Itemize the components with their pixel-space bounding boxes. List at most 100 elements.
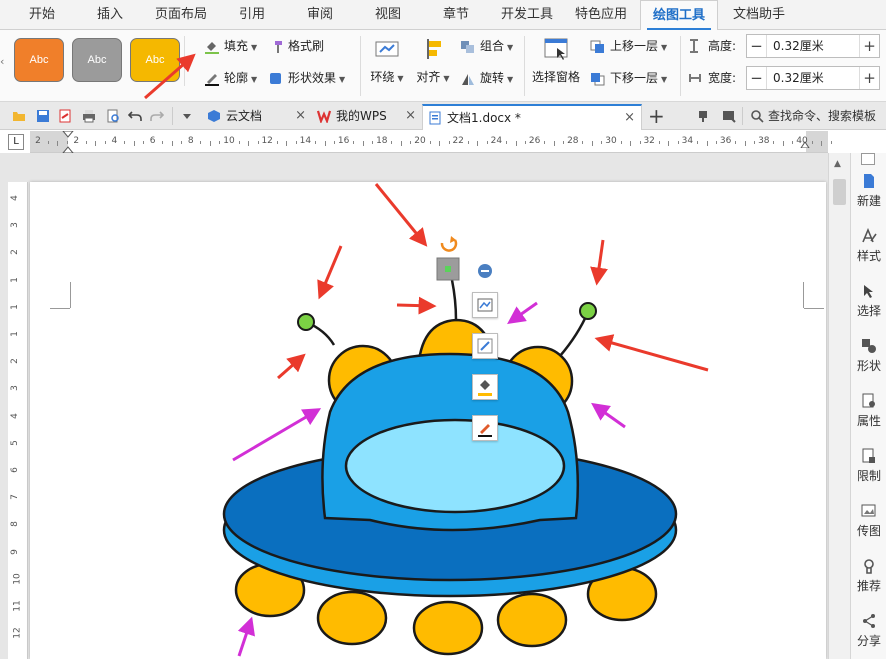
- wrap-button[interactable]: 环绕 ▼: [366, 36, 408, 85]
- width-spinner[interactable]: − 0.32厘米 +: [746, 66, 880, 90]
- export-pdf-icon[interactable]: [58, 109, 72, 123]
- menu-tab-doc-assistant[interactable]: 文档助手: [722, 0, 796, 30]
- ruler-tick: [716, 141, 718, 144]
- ruler-number: 4: [111, 136, 118, 146]
- send-backward-button[interactable]: 下移一层 ▼: [590, 67, 667, 89]
- close-icon[interactable]: ×: [624, 106, 635, 130]
- menu-tab-developer[interactable]: 开发工具: [494, 0, 560, 30]
- ruler-tick: [295, 141, 297, 144]
- horizontal-ruler[interactable]: 2 2 4 6 8 10 12 14 16 18 20 22 24 26 28 30 32 34 36 38 40: [30, 131, 832, 153]
- scroll-thumb[interactable]: [833, 179, 846, 205]
- ruler-number: 20: [414, 136, 426, 146]
- ruler-tick: [238, 141, 240, 144]
- tab-document1[interactable]: 文档1.docx * ×: [422, 104, 642, 130]
- close-icon[interactable]: ×: [405, 104, 416, 128]
- bring-forward-button[interactable]: 上移一层 ▼: [590, 35, 667, 57]
- window-mode-icon[interactable]: [722, 109, 736, 123]
- width-increase-button[interactable]: +: [859, 67, 879, 89]
- vertical-ruler[interactable]: 4 3 2 1 1 1 2 3 4 5 6 7 8 9 10 11 12: [8, 182, 28, 659]
- sidebar-item-share[interactable]: 分享: [851, 613, 886, 649]
- shape-effect-icon: [270, 72, 281, 84]
- shape-style-quick-button[interactable]: [472, 333, 498, 359]
- menu-tab-view[interactable]: 视图: [362, 0, 414, 30]
- shape-effect-button[interactable]: 形状效果 ▼: [268, 67, 345, 89]
- menu-tab-insert[interactable]: 插入: [82, 0, 138, 30]
- height-spinner[interactable]: − 0.32厘米 +: [746, 34, 880, 58]
- menu-tab-home[interactable]: 开始: [14, 0, 70, 30]
- sidebar-item-recommend[interactable]: 推荐: [851, 558, 886, 594]
- ruler-tick: [563, 141, 565, 144]
- open-folder-icon[interactable]: [12, 109, 26, 123]
- style-gallery-more[interactable]: [184, 36, 198, 86]
- ruler-tick: [591, 141, 593, 146]
- command-search-input[interactable]: 查找命令、搜索模板: [768, 102, 876, 130]
- ruler-number: 5: [9, 439, 20, 446]
- image-upload-icon: [861, 504, 876, 517]
- ribbon: ‹ Abc Abc Abc 填充 ▼ 格式刷 轮廓 ▼ 形状效果 ▼ 环绕 ▼ 对齐 ▼ …: [0, 30, 886, 102]
- fill-button[interactable]: 填充 ▼: [204, 35, 257, 57]
- width-decrease-button[interactable]: −: [747, 67, 767, 89]
- print-icon[interactable]: [82, 109, 96, 123]
- group-button[interactable]: 组合 ▼: [460, 35, 513, 57]
- layout-options-button[interactable]: [472, 292, 498, 318]
- menu-tab-references[interactable]: 引用: [226, 0, 278, 30]
- right-indent-marker-icon[interactable]: [800, 136, 810, 148]
- align-button[interactable]: 对齐 ▼: [412, 36, 454, 85]
- ruler-tick: [620, 141, 622, 144]
- sidebar-item-shape[interactable]: 形状: [851, 338, 886, 374]
- menu-tab-drawing-tools[interactable]: 绘图工具: [640, 0, 718, 30]
- shape-fill-quick-button[interactable]: [472, 374, 498, 400]
- selection-pane-button[interactable]: 选择窗格: [528, 36, 584, 85]
- width-value[interactable]: 0.32厘米: [773, 67, 824, 89]
- tab-stop-selector[interactable]: L: [8, 134, 24, 150]
- close-icon[interactable]: ×: [295, 104, 306, 128]
- document-page[interactable]: [30, 182, 826, 659]
- customize-dropdown-icon[interactable]: [180, 109, 194, 123]
- pin-icon[interactable]: [696, 109, 710, 123]
- indent-marker-icon[interactable]: [61, 131, 75, 153]
- shape-effect-label: 形状效果: [288, 71, 337, 85]
- ruler-number: 8: [9, 521, 20, 528]
- new-tab-button[interactable]: +: [648, 102, 665, 130]
- ruler-tick: [362, 141, 364, 146]
- shape-style-yellow[interactable]: Abc: [130, 38, 180, 82]
- menu-tab-chapter[interactable]: 章节: [430, 0, 482, 30]
- format-painter-button[interactable]: 格式刷: [268, 35, 324, 57]
- menu-tab-special[interactable]: 特色应用: [568, 0, 634, 30]
- sidebar-item-style[interactable]: 样式: [851, 227, 886, 264]
- sidebar-toggle-icon[interactable]: [861, 153, 875, 165]
- height-decrease-button[interactable]: −: [747, 35, 767, 57]
- sidebar-item-upload-image[interactable]: 传图: [851, 503, 886, 539]
- ruler-number: 6: [9, 467, 20, 473]
- print-preview-icon[interactable]: [106, 109, 120, 123]
- tab-my-wps[interactable]: 我的WPS ×: [312, 104, 422, 130]
- ribbon-scroll-left[interactable]: ‹: [0, 40, 10, 84]
- rotate-button[interactable]: 旋转 ▼: [460, 67, 513, 89]
- ruler-tick: [334, 141, 336, 144]
- menu-tab-review[interactable]: 审阅: [294, 0, 346, 30]
- height-value[interactable]: 0.32厘米: [773, 35, 824, 57]
- sidebar-item-select[interactable]: 选择: [851, 283, 886, 319]
- undo-icon[interactable]: [128, 109, 142, 123]
- menu-tab-page-layout[interactable]: 页面布局: [146, 0, 216, 30]
- vertical-scrollbar[interactable]: ▲: [828, 153, 850, 659]
- sidebar-item-new[interactable]: 新建: [851, 173, 886, 209]
- bring-forward-label: 上移一层: [610, 39, 659, 53]
- sidebar-item-label: 形状: [856, 359, 881, 373]
- ruler-tick: [639, 141, 641, 144]
- outline-button[interactable]: 轮廓 ▼: [204, 67, 257, 89]
- ruler-number: 11: [12, 600, 23, 612]
- text-wrap-icon: [373, 36, 401, 62]
- redo-icon[interactable]: [150, 109, 164, 123]
- save-icon[interactable]: [36, 109, 50, 123]
- tabbar-separator: [742, 107, 743, 125]
- shape-style-gray[interactable]: Abc: [72, 38, 122, 82]
- tab-cloud-docs[interactable]: 云文档 ×: [202, 104, 312, 130]
- sidebar-item-restrict[interactable]: 限制: [851, 448, 886, 484]
- height-increase-button[interactable]: +: [859, 35, 879, 57]
- ruler-number: 6: [149, 136, 156, 146]
- shape-outline-quick-button[interactable]: [472, 415, 498, 441]
- shape-style-orange[interactable]: Abc: [14, 38, 64, 82]
- scroll-up-icon[interactable]: ▲: [834, 159, 841, 169]
- sidebar-item-properties[interactable]: 属性: [851, 393, 886, 429]
